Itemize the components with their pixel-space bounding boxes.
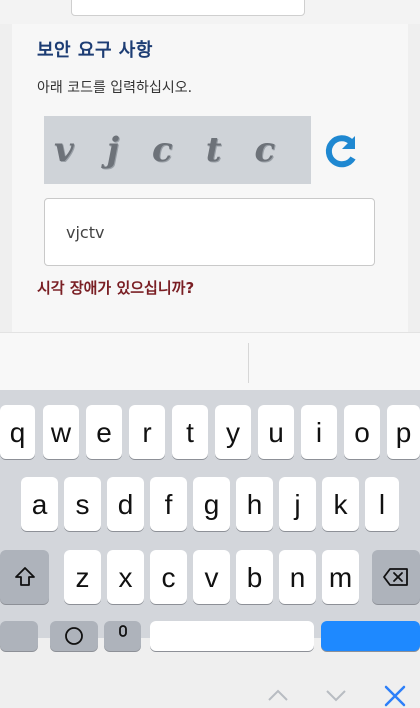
captcha-text: vjctc: [54, 130, 309, 170]
backspace-icon: [383, 568, 408, 586]
key-v[interactable]: v: [193, 550, 230, 604]
captcha-input[interactable]: vjctv: [44, 198, 375, 266]
key-n[interactable]: n: [279, 550, 316, 604]
key-x[interactable]: x: [107, 550, 144, 604]
top-input-field[interactable]: [71, 0, 305, 16]
key-q[interactable]: q: [0, 405, 35, 459]
emoji-icon: [65, 627, 83, 645]
key-j[interactable]: j: [279, 477, 316, 531]
key-b[interactable]: b: [236, 550, 273, 604]
key-y[interactable]: y: [215, 405, 251, 459]
return-key[interactable]: [321, 621, 420, 651]
key-m[interactable]: m: [322, 550, 359, 604]
toolbar-divider: [248, 343, 249, 383]
key-p[interactable]: p: [387, 405, 420, 459]
key-f[interactable]: f: [150, 477, 187, 531]
key-a[interactable]: a: [21, 477, 58, 531]
key-t[interactable]: t: [172, 405, 208, 459]
instruction-text: 아래 코드를 입력하십시오.: [37, 80, 193, 96]
key-u[interactable]: u: [258, 405, 294, 459]
security-title: 보안 요구 사항: [37, 40, 153, 61]
key-g[interactable]: g: [193, 477, 230, 531]
key-c[interactable]: c: [150, 550, 187, 604]
microphone-icon: [118, 625, 127, 637]
keyboard-accessory-bar: [0, 332, 420, 707]
key-d[interactable]: d: [107, 477, 144, 531]
captcha-image: vjctc: [44, 116, 311, 184]
key-s[interactable]: s: [64, 477, 101, 531]
visual-impairment-link[interactable]: 시각 장애가 있으십니까?: [37, 277, 194, 298]
key-l[interactable]: l: [365, 477, 399, 531]
shift-key[interactable]: [0, 550, 49, 604]
key-i[interactable]: i: [301, 405, 337, 459]
microphone-key[interactable]: [104, 621, 141, 651]
key-r[interactable]: r: [129, 405, 165, 459]
globe-key[interactable]: [0, 621, 38, 651]
refresh-icon[interactable]: [322, 131, 362, 171]
chevron-up-icon[interactable]: [266, 687, 290, 703]
space-key[interactable]: [150, 621, 314, 651]
ios-keyboard: q w e r t y u i o p a s d f g h j k l z …: [0, 390, 420, 651]
chevron-down-icon[interactable]: [324, 687, 348, 703]
shift-icon: [14, 567, 35, 586]
key-o[interactable]: o: [344, 405, 380, 459]
close-icon[interactable]: [383, 684, 407, 708]
key-w[interactable]: w: [43, 405, 79, 459]
key-z[interactable]: z: [64, 550, 101, 604]
key-k[interactable]: k: [322, 477, 359, 531]
backspace-key[interactable]: [372, 550, 420, 604]
emoji-key[interactable]: [50, 621, 98, 651]
captcha-input-value: vjctv: [66, 223, 105, 242]
key-h[interactable]: h: [236, 477, 273, 531]
key-e[interactable]: e: [86, 405, 122, 459]
